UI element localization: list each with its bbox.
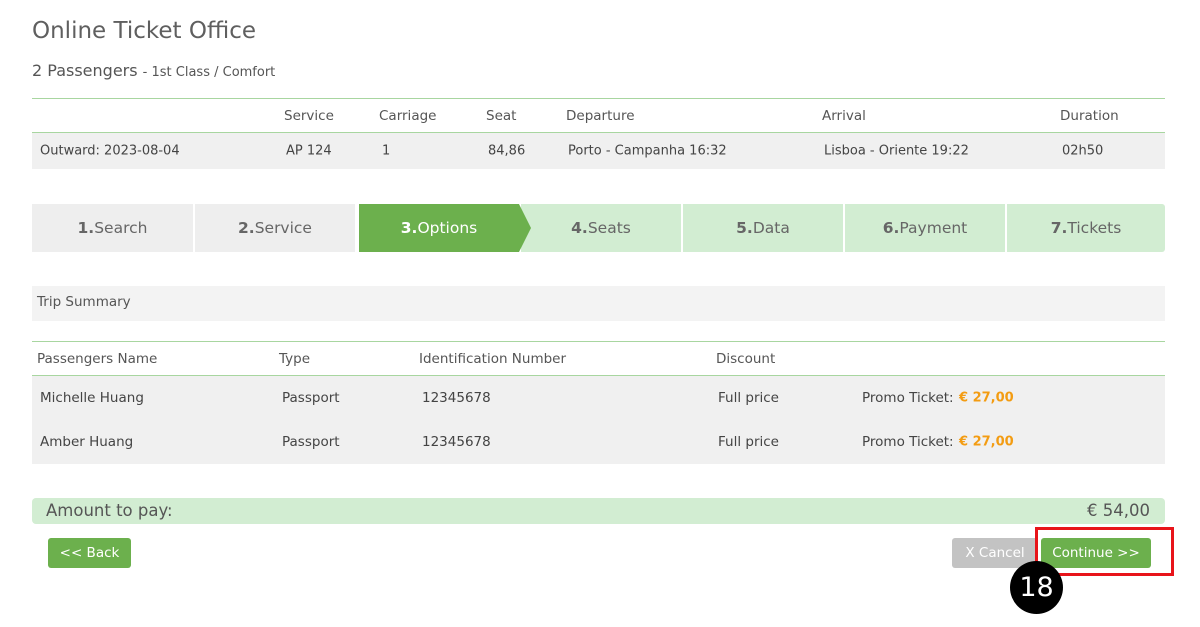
amount-to-pay: Amount to pay: € 54,00 [32, 498, 1165, 524]
col-type: Type [279, 350, 311, 367]
col-duration: Duration [1060, 107, 1119, 124]
passengers-header: Passengers Name Type Identification Numb… [32, 342, 1165, 376]
step-label: Service [254, 219, 312, 237]
step-number: 2. [238, 219, 255, 237]
class-info: - 1st Class / Comfort [142, 65, 276, 80]
ticket-price: € 27,00 [959, 434, 1014, 450]
arrival-value: Lisboa - Oriente 19:22 [824, 143, 969, 159]
service-value: AP 124 [286, 143, 332, 159]
step-label: Payment [899, 219, 968, 237]
passenger-subtitle: 2 Passengers - 1st Class / Comfort [32, 61, 275, 80]
step-payment[interactable]: 6.Payment [845, 204, 1005, 252]
passenger-count: 2 Passengers [32, 61, 138, 80]
page-title: Online Ticket Office [32, 18, 256, 44]
step-number: 4. [571, 219, 588, 237]
step-options[interactable]: 3.Options [359, 204, 531, 252]
step-label: Options [417, 219, 478, 237]
document-type: Passport [282, 390, 340, 406]
step-label: Data [752, 219, 790, 237]
col-passenger-name: Passengers Name [37, 350, 158, 367]
step-label: Tickets [1067, 219, 1122, 237]
passengers-table: Passengers Name Type Identification Numb… [32, 341, 1165, 464]
step-number: 5. [736, 219, 753, 237]
col-identification: Identification Number [419, 350, 567, 367]
step-number-badge: 18 [1010, 561, 1063, 614]
step-label: Seats [587, 219, 631, 237]
col-departure: Departure [566, 107, 635, 124]
col-service: Service [284, 107, 334, 124]
step-service[interactable]: 2.Service [195, 204, 355, 252]
step-number: 7. [1050, 219, 1068, 237]
step-tickets[interactable]: 7.Tickets [1007, 204, 1165, 252]
ticket-price: € 27,00 [959, 390, 1014, 406]
trip-label: Outward: 2023-08-04 [40, 143, 180, 159]
duration-value: 02h50 [1062, 143, 1104, 159]
step-label: Search [94, 219, 148, 237]
col-seat: Seat [486, 107, 517, 124]
ticket-label: Promo Ticket: [862, 390, 954, 406]
col-arrival: Arrival [822, 107, 866, 124]
amount-value: € 54,00 [1087, 501, 1150, 520]
seat-value: 84,86 [488, 143, 526, 159]
amount-label: Amount to pay: [46, 501, 173, 520]
table-row: Michelle Huang Passport 12345678 Full pr… [32, 376, 1165, 420]
passenger-name: Michelle Huang [40, 390, 144, 406]
departure-value: Porto - Campanha 16:32 [568, 143, 727, 159]
carriage-value: 1 [382, 143, 391, 159]
discount-value: Full price [718, 390, 779, 406]
identification-number: 12345678 [422, 390, 491, 406]
step-data[interactable]: 5.Data [683, 204, 843, 252]
trip-summary-title: Trip Summary [32, 286, 1165, 321]
passenger-name: Amber Huang [40, 434, 134, 450]
itinerary-row: Outward: 2023-08-04 AP 124 1 84,86 Porto… [32, 133, 1165, 169]
step-number: 6. [882, 219, 900, 237]
back-button[interactable]: << Back [48, 538, 131, 568]
table-row: Amber Huang Passport 12345678 Full price… [32, 420, 1165, 464]
col-discount: Discount [716, 350, 776, 367]
identification-number: 12345678 [422, 434, 491, 450]
step-number: 3. [400, 219, 418, 237]
discount-value: Full price [718, 434, 779, 450]
progress-steps: 1.Search 2.Service 3.Options 4.Seats 5.D… [32, 204, 1165, 252]
step-search[interactable]: 1.Search [32, 204, 193, 252]
step-arrow [519, 204, 531, 252]
ticket-label: Promo Ticket: [862, 434, 954, 450]
step-seats[interactable]: 4.Seats [521, 204, 681, 252]
col-carriage: Carriage [379, 107, 437, 124]
step-number: 1. [77, 219, 95, 237]
itinerary-table: Service Carriage Seat Departure Arrival … [32, 98, 1165, 169]
document-type: Passport [282, 434, 340, 450]
itinerary-header: Service Carriage Seat Departure Arrival … [32, 99, 1165, 133]
